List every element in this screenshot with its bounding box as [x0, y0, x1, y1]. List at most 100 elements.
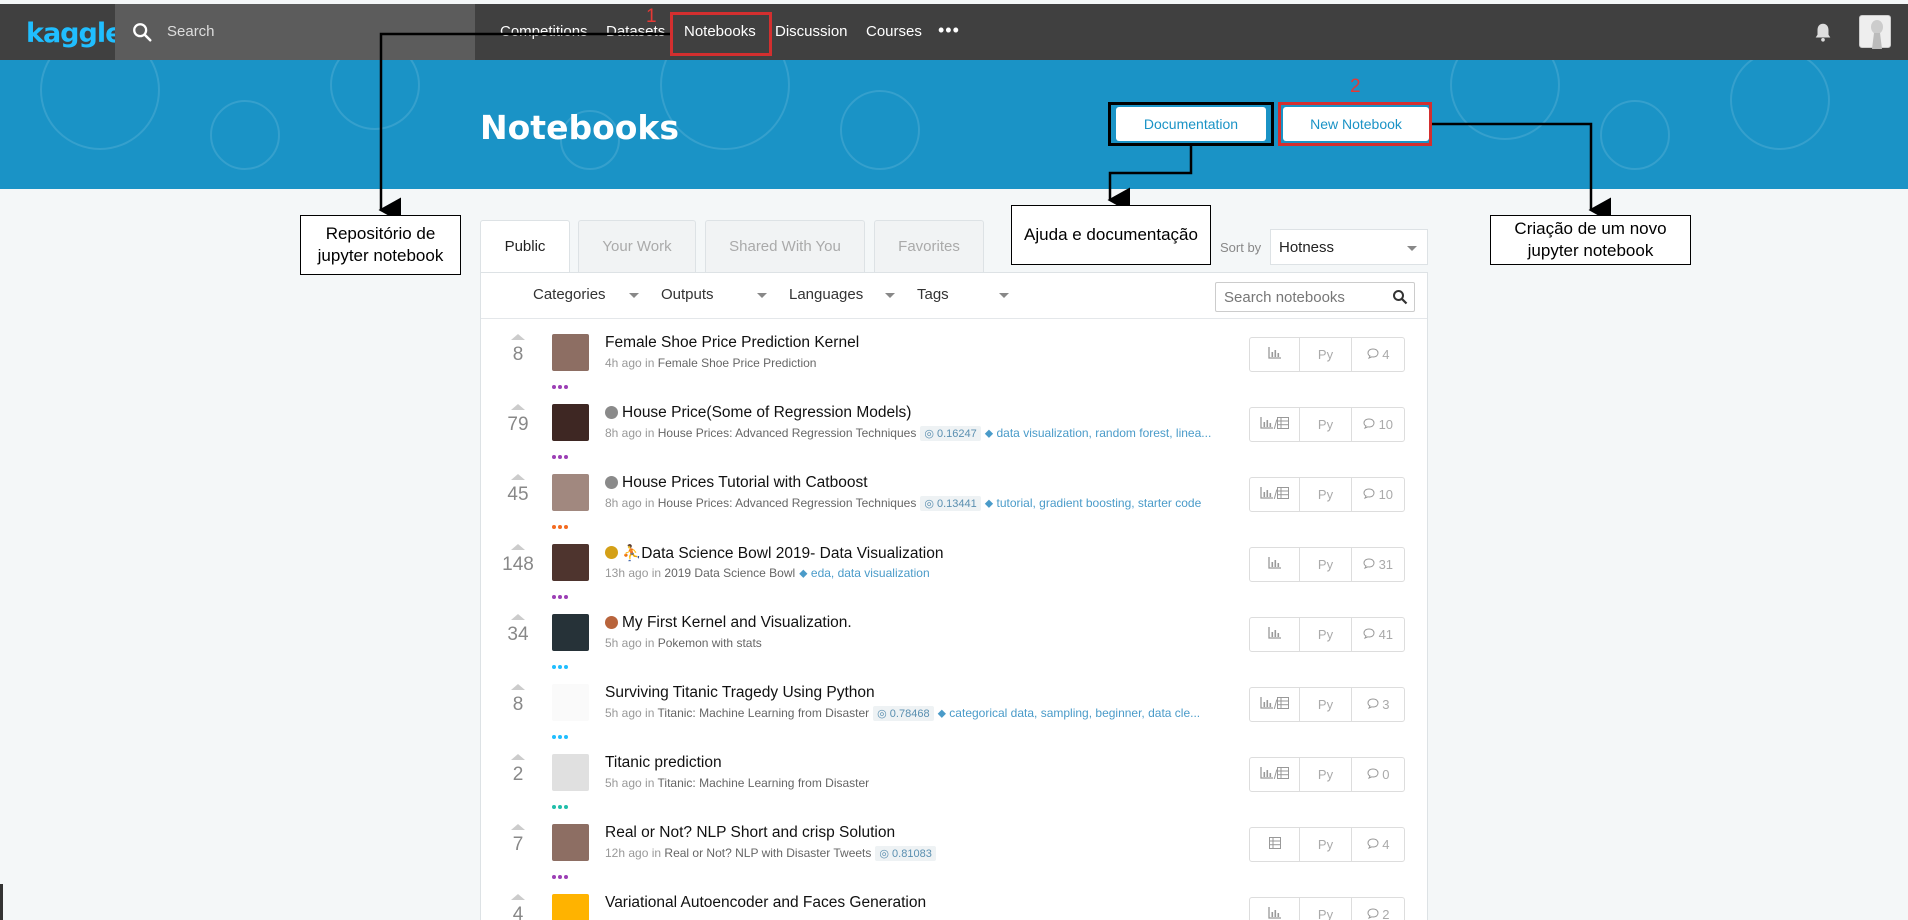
comments-indicator[interactable]: 31 [1352, 548, 1404, 581]
author-avatar[interactable] [552, 754, 589, 791]
gold-medal-icon [605, 546, 618, 559]
search-notebooks-input[interactable]: Search notebooks [1215, 282, 1415, 312]
notebook-title[interactable]: Female Shoe Price Prediction Kernel [605, 334, 859, 352]
annotation-repository: Repositório de jupyter notebook [300, 215, 461, 275]
language-indicator: Py [1300, 898, 1352, 920]
competition-link[interactable]: 2019 Data Science Bowl [664, 566, 795, 580]
comments-indicator[interactable]: 4 [1352, 828, 1404, 861]
tier-indicator [552, 866, 570, 879]
chart-icon [1267, 907, 1281, 919]
notebook-row[interactable]: 8 Surviving Titanic Tragedy Using Python 5… [481, 670, 1427, 740]
comments-indicator[interactable]: 4 [1352, 338, 1404, 371]
outputs-indicator[interactable] [1250, 898, 1300, 920]
comment-icon [1363, 418, 1375, 429]
tag-list[interactable]: ⬥ data visualization, random forest, lin… [985, 426, 1212, 440]
sort-select[interactable]: Hotness [1270, 229, 1428, 265]
upvote-icon[interactable] [511, 404, 525, 410]
upvote-icon[interactable] [511, 474, 525, 480]
upvote-icon[interactable] [511, 894, 525, 900]
author-avatar[interactable] [552, 474, 589, 511]
author-avatar[interactable] [552, 684, 589, 721]
comment-icon [1367, 838, 1379, 849]
upvote-icon[interactable] [511, 684, 525, 690]
notebook-title[interactable]: House Price(Some of Regression Models) [622, 404, 911, 422]
notebook-title[interactable]: Variational Autoencoder and Faces Genera… [605, 894, 926, 912]
tier-indicator [552, 726, 570, 739]
notebook-time: 5h ago in [605, 636, 655, 650]
author-avatar[interactable] [552, 334, 589, 371]
upvote-icon[interactable] [511, 544, 525, 550]
notebook-row[interactable]: 148 ⛹Data Science Bowl 2019- Data Visuali… [481, 530, 1427, 600]
silver-medal-icon [605, 476, 618, 489]
outputs-indicator[interactable]: / [1250, 408, 1300, 441]
notebook-row[interactable]: 8 Female Shoe Price Prediction Kernel 4h a… [481, 320, 1427, 390]
tag-list[interactable]: ⬥ tutorial, gradient boosting, starter c… [985, 496, 1202, 510]
competition-link[interactable]: House Prices: Advanced Regression Techni… [658, 426, 917, 440]
language-indicator: Py [1300, 828, 1352, 861]
competition-link[interactable]: Female Shoe Price Prediction [658, 356, 817, 370]
notebook-title[interactable]: Real or Not? NLP Short and crisp Solutio… [605, 824, 895, 842]
filter-outputs[interactable]: Outputs [661, 286, 767, 303]
tier-indicator [552, 446, 570, 459]
tag-list[interactable]: ⬥ eda, data visualization [799, 566, 929, 580]
comments-indicator[interactable]: 3 [1352, 688, 1404, 721]
filter-tags-label: Tags [917, 286, 949, 303]
notebook-title[interactable]: ⛹Data Science Bowl 2019- Data Visualizat… [622, 544, 943, 563]
upvote-icon[interactable] [511, 334, 525, 340]
competition-link[interactable]: House Prices: Advanced Regression Techni… [658, 496, 917, 510]
author-avatar[interactable] [552, 544, 589, 581]
competition-link[interactable]: Pokemon with stats [658, 636, 762, 650]
filter-categories[interactable]: Categories [533, 286, 639, 303]
notebook-stats: Py 31 [1249, 547, 1405, 582]
tab-your-work[interactable]: Your Work [578, 220, 696, 272]
upvote-icon[interactable] [511, 824, 525, 830]
outputs-indicator[interactable] [1250, 338, 1300, 371]
author-avatar[interactable] [552, 404, 589, 441]
outputs-indicator[interactable]: / [1250, 688, 1300, 721]
author-avatar[interactable] [552, 894, 589, 920]
outputs-indicator[interactable] [1250, 618, 1300, 651]
outputs-indicator[interactable] [1250, 828, 1300, 861]
notebook-title[interactable]: House Prices Tutorial with Catboost [622, 474, 868, 492]
comments-indicator[interactable]: 2 [1352, 898, 1404, 920]
outputs-indicator[interactable]: / [1250, 758, 1300, 791]
chevron-down-icon [757, 293, 767, 298]
competition-link[interactable]: Real or Not? NLP with Disaster Tweets [664, 846, 871, 860]
notebook-row[interactable]: 45 House Prices Tutorial with Catboost 8h … [481, 460, 1427, 530]
language-indicator: Py [1300, 478, 1352, 511]
comments-indicator[interactable]: 0 [1352, 758, 1404, 791]
tab-public[interactable]: Public [480, 220, 570, 272]
chart-icon [1260, 697, 1273, 709]
notebook-time: 13h ago in [605, 566, 662, 580]
notebook-row[interactable]: 4 Variational Autoencoder and Faces Gener… [481, 880, 1427, 920]
filter-tags[interactable]: Tags [917, 286, 1009, 303]
comments-indicator[interactable]: 10 [1352, 478, 1404, 511]
competition-link[interactable]: Titanic: Machine Learning from Disaster [658, 706, 870, 720]
filter-languages[interactable]: Languages [789, 286, 895, 303]
search-notebooks-placeholder: Search notebooks [1224, 289, 1345, 306]
author-avatar[interactable] [552, 824, 589, 861]
notebook-row[interactable]: 7 Real or Not? NLP Short and crisp Soluti… [481, 810, 1427, 880]
comments-indicator[interactable]: 41 [1352, 618, 1404, 651]
outputs-indicator[interactable]: / [1250, 478, 1300, 511]
upvote-icon[interactable] [511, 614, 525, 620]
notebook-list-panel: Categories Outputs Languages Tags Search… [480, 272, 1428, 920]
notebook-row[interactable]: 34 My First Kernel and Visualization. 5h a… [481, 600, 1427, 670]
notebook-title[interactable]: My First Kernel and Visualization. [622, 614, 852, 632]
tab-favorites[interactable]: Favorites [874, 220, 984, 272]
notebook-row[interactable]: 79 House Price(Some of Regression Models)… [481, 390, 1427, 460]
upvote-icon[interactable] [511, 754, 525, 760]
author-avatar[interactable] [552, 614, 589, 651]
bronze-medal-icon [605, 616, 618, 629]
outputs-indicator[interactable] [1250, 548, 1300, 581]
comment-icon [1367, 698, 1379, 709]
competition-link[interactable]: Titanic: Machine Learning from Disaster [658, 776, 870, 790]
notebook-stats: Py 4 [1249, 827, 1405, 862]
tag-list[interactable]: ⬥ categorical data, sampling, beginner, … [938, 706, 1201, 720]
tab-shared-with-you[interactable]: Shared With You [705, 220, 865, 272]
notebook-title[interactable]: Titanic prediction [605, 754, 722, 772]
vote-count: 4 [512, 904, 524, 920]
notebook-row[interactable]: 2 Titanic prediction 5h ago in Titanic: Ma… [481, 740, 1427, 810]
comments-indicator[interactable]: 10 [1352, 408, 1404, 441]
notebook-title[interactable]: Surviving Titanic Tragedy Using Python [605, 684, 875, 702]
